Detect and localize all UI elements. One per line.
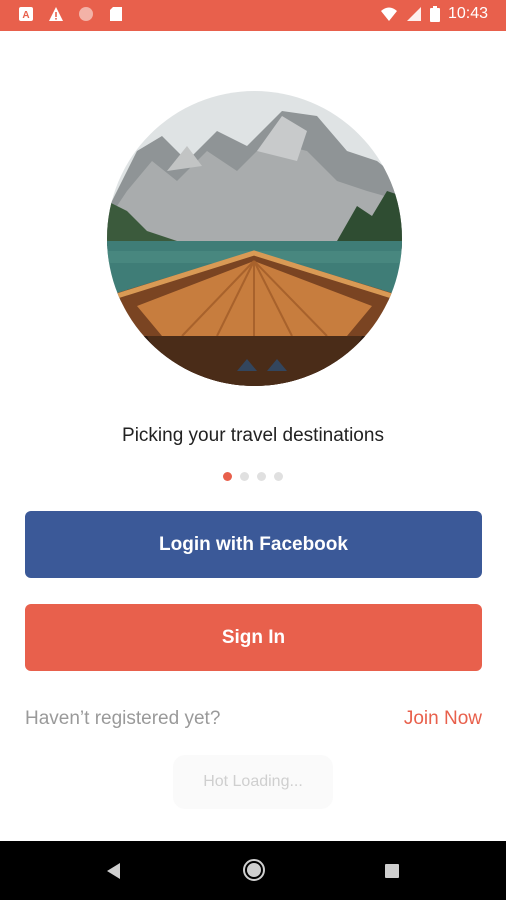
login-facebook-button[interactable]: Login with Facebook: [25, 511, 482, 578]
hot-loading-toast: Hot Loading...: [173, 755, 333, 809]
svg-text:A: A: [22, 10, 29, 21]
sign-in-button[interactable]: Sign In: [25, 604, 482, 671]
navigation-bar: [0, 841, 506, 900]
page-dot-4[interactable]: [274, 472, 283, 481]
circle-icon: [79, 7, 93, 21]
page-dot-1[interactable]: [223, 472, 232, 481]
home-icon[interactable]: [242, 858, 266, 882]
join-now-link[interactable]: Join Now: [404, 708, 482, 730]
recent-apps-icon[interactable]: [384, 863, 400, 879]
signal-icon: [406, 7, 421, 21]
back-icon[interactable]: [105, 862, 123, 880]
status-bar: A 10:43: [0, 0, 506, 31]
onboarding-caption: Picking your travel destinations: [122, 425, 384, 446]
status-time: 10:43: [447, 5, 488, 22]
battery-icon: [429, 6, 440, 22]
wifi-icon: [380, 7, 397, 21]
page-dot-3[interactable]: [257, 472, 266, 481]
sd-card-icon: [110, 7, 122, 21]
page-dot-2[interactable]: [240, 472, 249, 481]
page-indicator[interactable]: [0, 472, 506, 481]
a-icon: A: [19, 7, 33, 21]
hero-image: [107, 91, 402, 386]
register-prompt: Haven’t registered yet?: [25, 708, 221, 729]
warning-icon: [49, 7, 63, 21]
